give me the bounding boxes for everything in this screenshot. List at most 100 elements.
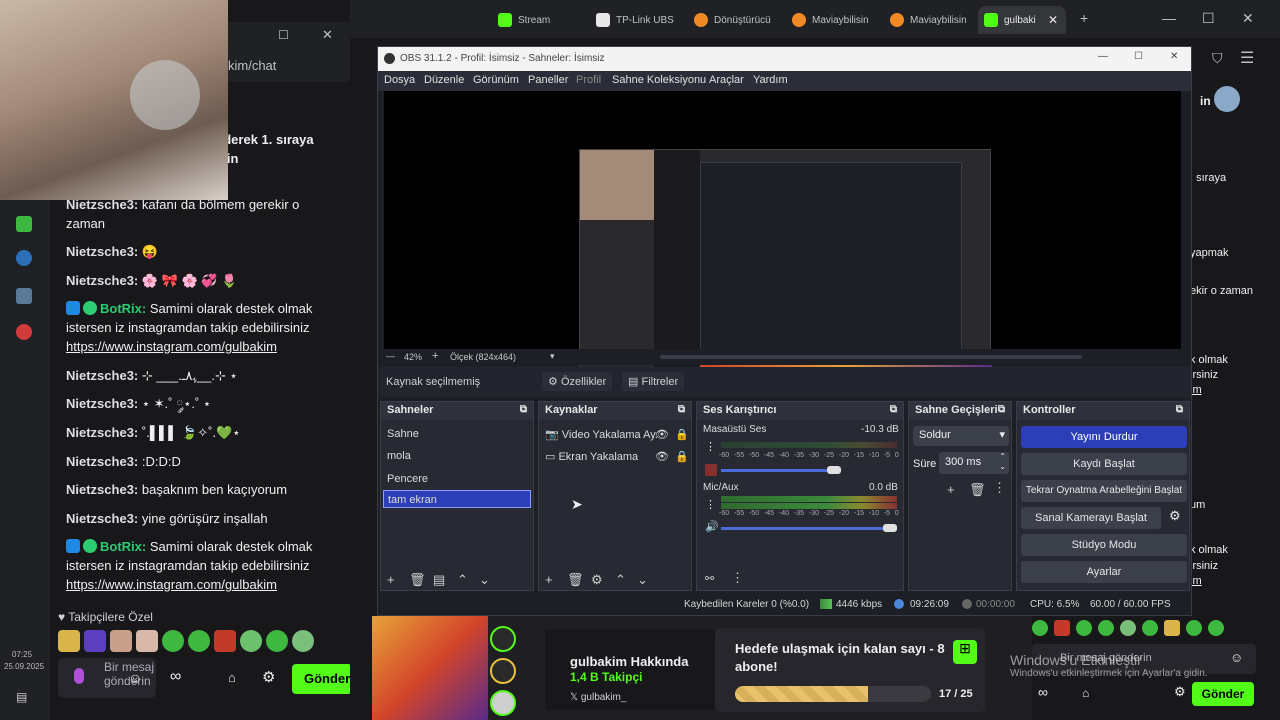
menu-item-help[interactable]: Yardım — [753, 74, 788, 86]
emote-icon[interactable] — [1164, 620, 1180, 636]
preview-scrollbar[interactable] — [660, 355, 1082, 359]
emoji-icon[interactable]: ☺ — [128, 670, 142, 686]
chevron-down-icon[interactable]: ▾ — [550, 351, 555, 362]
gift-icon[interactable]: ⌂ — [228, 670, 236, 685]
emote-icon[interactable] — [110, 630, 132, 652]
source-item[interactable]: ▭ Ekran Yakalama 👁 🔒 — [545, 450, 689, 463]
add-icon[interactable]: + — [947, 482, 955, 497]
gear-icon[interactable]: ⚙ — [591, 572, 603, 588]
scene-item[interactable]: mola — [387, 450, 411, 462]
emote-icon[interactable] — [292, 630, 314, 652]
avatar[interactable] — [1214, 86, 1240, 112]
tab-tplink[interactable]: TP-Link UBS — [590, 6, 682, 34]
studio-mode-button[interactable]: Stüdyo Modu — [1021, 534, 1187, 556]
add-icon[interactable]: + — [387, 572, 395, 587]
emote-icon[interactable] — [84, 630, 106, 652]
maximize-icon[interactable]: ☐ — [1134, 51, 1143, 62]
app-icon[interactable] — [16, 216, 32, 232]
close-icon[interactable]: ✕ — [1242, 10, 1254, 27]
emote-icon[interactable] — [214, 630, 236, 652]
trash-icon[interactable]: 🗑 — [969, 482, 986, 498]
emote-icon[interactable] — [162, 630, 184, 652]
more-icon[interactable]: ⋮ — [705, 498, 716, 511]
emote-icon[interactable] — [266, 630, 288, 652]
volume-knob[interactable] — [883, 524, 897, 532]
menu-item-scene-collection[interactable]: Sahne Koleksiyonu — [612, 74, 706, 86]
more-icon[interactable]: ⋮ — [731, 570, 744, 586]
settings-button[interactable]: Ayarlar — [1021, 561, 1187, 583]
transition-select[interactable]: Soldur ▾ — [913, 426, 1009, 446]
gear-icon[interactable]: ⚙ — [1174, 684, 1186, 700]
menu-item-docks[interactable]: Paneller — [528, 74, 568, 86]
lock-icon[interactable]: 🔒 — [675, 428, 689, 441]
properties-button[interactable]: ⚙ Özellikler — [542, 372, 613, 391]
notification-icon[interactable]: ▤ — [16, 690, 27, 704]
trash-icon[interactable]: 🗑 — [567, 572, 584, 588]
chevron-down-icon[interactable]: ⌄ — [479, 572, 490, 588]
scene-item[interactable]: Pencere — [387, 473, 428, 485]
menu-item-file[interactable]: Dosya — [384, 74, 415, 86]
new-tab-button[interactable]: + — [1080, 10, 1088, 26]
menu-item-edit[interactable]: Düzenle — [424, 74, 464, 86]
zoom-out-icon[interactable]: — — [386, 351, 395, 361]
menu-item-view[interactable]: Görünüm — [473, 74, 519, 86]
maximize-icon[interactable]: ☐ — [1202, 10, 1215, 27]
emote-icon[interactable] — [240, 630, 262, 652]
emote-icon[interactable] — [1208, 620, 1224, 636]
filter-icon[interactable]: ▤ — [433, 572, 445, 588]
minimize-icon[interactable]: — — [1162, 10, 1176, 26]
zoom-in-icon[interactable]: + — [432, 350, 438, 362]
tab-gulbakim[interactable]: gulbaki ✕ — [978, 6, 1066, 34]
emote-icon[interactable] — [1142, 620, 1158, 636]
steam-icon[interactable] — [16, 250, 32, 266]
add-icon[interactable]: + — [545, 572, 553, 587]
send-button[interactable]: Gönder — [1192, 682, 1254, 706]
volume-slider[interactable] — [721, 469, 833, 472]
app-icon[interactable] — [16, 288, 32, 304]
speaker-icon[interactable]: 🔊 — [705, 520, 719, 533]
menu-icon[interactable]: ☰ — [1240, 48, 1254, 68]
popout-icon[interactable]: ⧉ — [890, 404, 897, 415]
scene-item[interactable]: Sahne — [387, 428, 419, 440]
mute-icon[interactable] — [705, 464, 717, 476]
tab-maviay-1[interactable]: Maviaybilisin — [786, 6, 878, 34]
emote-icon[interactable] — [136, 630, 158, 652]
instagram-link[interactable]: https://www.instagram.com/gulbakim — [66, 339, 277, 354]
more-icon[interactable]: ⋮ — [993, 480, 1006, 496]
chevron-up-icon[interactable]: ⌃ — [615, 572, 626, 588]
emote-icon[interactable] — [1120, 620, 1136, 636]
volume-knob[interactable] — [827, 466, 841, 474]
gear-icon[interactable]: ⚙ — [262, 668, 275, 686]
emote-icon[interactable] — [1186, 620, 1202, 636]
gift-icon[interactable]: ⊞ — [953, 640, 977, 664]
popout-icon[interactable]: ⧉ — [1176, 404, 1183, 415]
infinity-icon[interactable]: ∞ — [170, 668, 181, 686]
emote-icon[interactable] — [188, 630, 210, 652]
start-recording-button[interactable]: Kaydı Başlat — [1021, 453, 1187, 475]
emote-icon[interactable] — [1076, 620, 1092, 636]
tab-maviay-2[interactable]: Maviaybilisin — [884, 6, 976, 34]
eye-icon[interactable]: 👁 — [655, 428, 669, 441]
obs-icon[interactable] — [16, 324, 32, 340]
spinner-icon[interactable]: ⌃ ⌄ — [999, 452, 1006, 472]
chevron-up-icon[interactable]: ⌃ — [457, 572, 468, 588]
popout-icon[interactable]: ⧉ — [678, 404, 685, 415]
virtual-camera-button[interactable]: Sanal Kamerayı Başlat — [1021, 507, 1161, 529]
menu-item-tools[interactable]: Araçlar — [709, 74, 744, 86]
tab-stream[interactable]: Stream — [492, 6, 584, 34]
popout-icon[interactable]: ⧉ — [998, 404, 1005, 415]
duration-input[interactable]: 300 ms ⌃ ⌄ — [939, 452, 1009, 474]
close-tab-icon[interactable]: ✕ — [1048, 13, 1058, 27]
stop-streaming-button[interactable]: Yayını Durdur — [1021, 426, 1187, 448]
social-link[interactable]: 𝕏 gulbakim_ — [570, 692, 626, 703]
gift-icon[interactable]: ⌂ — [1082, 686, 1089, 700]
send-button[interactable]: Gönder — [292, 664, 350, 694]
scene-item-selected[interactable]: tam ekran — [383, 490, 531, 508]
close-icon[interactable]: ✕ — [1170, 51, 1178, 62]
more-icon[interactable]: ⋮ — [705, 440, 716, 453]
popout-icon[interactable]: ⧉ — [520, 404, 527, 415]
emoji-icon[interactable]: ☺ — [1230, 650, 1243, 665]
emote-icon[interactable] — [1054, 620, 1070, 636]
lock-icon[interactable]: 🔒 — [675, 450, 689, 463]
tab-converter[interactable]: Dönüştürücü — [688, 6, 780, 34]
